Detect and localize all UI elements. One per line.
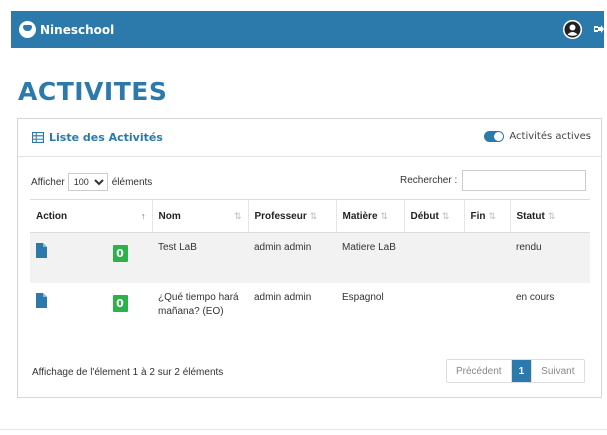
badge-cell: 0 xyxy=(88,232,152,283)
col-fin-label: Fin xyxy=(470,210,486,222)
col-nom-label: Nom xyxy=(158,210,181,222)
active-toggle-group: Activités actives xyxy=(484,131,591,142)
debut-cell xyxy=(404,232,464,283)
table-icon xyxy=(32,132,44,143)
action-cell xyxy=(30,232,88,283)
toggle-label: Activités actives xyxy=(509,131,591,142)
sort-icon: ⇅ xyxy=(547,210,556,221)
divider xyxy=(0,429,607,430)
nom-cell: ¿Qué tiempo hará mañana? (EO) xyxy=(158,291,239,317)
matiere-cell: Matiere LaB xyxy=(336,232,404,283)
professeur-cell: admin admin xyxy=(254,291,312,303)
top-navbar: Nineschool xyxy=(11,11,604,48)
next-page-button[interactable]: Suivant xyxy=(531,360,583,382)
col-fin-header[interactable]: Fin ⇅ xyxy=(463,199,510,233)
col-action-label: Action xyxy=(36,210,68,222)
statut-cell: rendu xyxy=(510,232,590,283)
col-matiere-label: Matière xyxy=(342,210,378,222)
file-icon[interactable] xyxy=(36,243,47,263)
col-nom-header[interactable]: Nom ⇅ xyxy=(151,199,248,233)
search-label: Rechercher : xyxy=(400,175,458,186)
professeur-cell: admin admin xyxy=(248,232,336,283)
length-prefix: Afficher xyxy=(31,176,65,188)
col-debut-header[interactable]: Début ⇅ xyxy=(403,199,464,233)
search-control: Rechercher : xyxy=(400,170,587,191)
fin-cell xyxy=(464,283,510,350)
prev-page-button[interactable]: Précédent xyxy=(447,360,512,382)
user-icon[interactable] xyxy=(563,20,582,39)
panel-title-text: Liste des Activités xyxy=(49,131,163,144)
table-row: 0 ¿Qué tiempo hará mañana? (EO) admin ad… xyxy=(30,283,590,350)
pagination: Précédent 1 Suivant xyxy=(446,359,585,383)
panel-header: Liste des Activités Activités actives xyxy=(18,119,601,157)
active-activities-toggle[interactable] xyxy=(484,131,505,142)
page-length-select[interactable]: 100 xyxy=(67,173,108,191)
page-length-control: Afficher 100 éléments xyxy=(31,173,152,191)
graduation-cap-icon xyxy=(19,21,36,38)
panel-title: Liste des Activités xyxy=(32,131,163,144)
logout-icon[interactable] xyxy=(593,23,605,35)
activities-panel: Liste des Activités Activités actives Af… xyxy=(17,118,602,398)
brand-name: Nineschool xyxy=(40,22,115,37)
col-action-header[interactable]: Action xyxy=(30,199,88,233)
badge-cell: 0 xyxy=(88,283,152,350)
page-title: ACTIVITES xyxy=(18,77,168,106)
sort-icon: ⇅ xyxy=(233,210,242,221)
table-row: 0 Test LaB admin admin Matiere LaB rendu xyxy=(30,232,590,283)
sort-icon: ⇅ xyxy=(488,210,497,221)
sort-asc-icon: ↑ xyxy=(141,210,146,221)
table-header-row: Action ↑ Nom ⇅ Professeur ⇅ Matière ⇅ Début… xyxy=(30,199,590,233)
sort-icon: ⇅ xyxy=(380,210,389,221)
col-professeur-header[interactable]: Professeur ⇅ xyxy=(247,199,336,233)
page-1-button[interactable]: 1 xyxy=(511,360,532,382)
count-badge: 0 xyxy=(112,294,128,312)
matiere-cell: Espagnol xyxy=(342,291,384,303)
col-debut-label: Début xyxy=(410,210,439,222)
search-input[interactable] xyxy=(462,170,587,191)
activities-table: Action ↑ Nom ⇅ Professeur ⇅ Matière ⇅ Début… xyxy=(30,199,590,350)
length-suffix: éléments xyxy=(111,176,153,188)
action-cell xyxy=(30,283,88,350)
nom-cell: Test LaB xyxy=(152,232,248,283)
count-badge: 0 xyxy=(112,245,128,262)
fin-cell xyxy=(464,232,510,283)
sort-icon: ⇅ xyxy=(309,210,318,221)
col-matiere-header[interactable]: Matière ⇅ xyxy=(335,199,404,233)
sort-icon: ⇅ xyxy=(441,210,450,221)
brand[interactable]: Nineschool xyxy=(19,21,114,38)
file-icon[interactable] xyxy=(36,292,47,313)
col-badge-header[interactable]: ↑ xyxy=(88,199,152,233)
col-professeur-label: Professeur xyxy=(254,210,307,222)
col-statut-header[interactable]: Statut ⇅ xyxy=(509,199,590,233)
col-statut-label: Statut xyxy=(516,210,545,222)
statut-cell: en cours xyxy=(516,291,555,303)
table-info: Affichage de l'élement 1 à 2 sur 2 éléme… xyxy=(32,367,224,378)
debut-cell xyxy=(404,283,464,350)
